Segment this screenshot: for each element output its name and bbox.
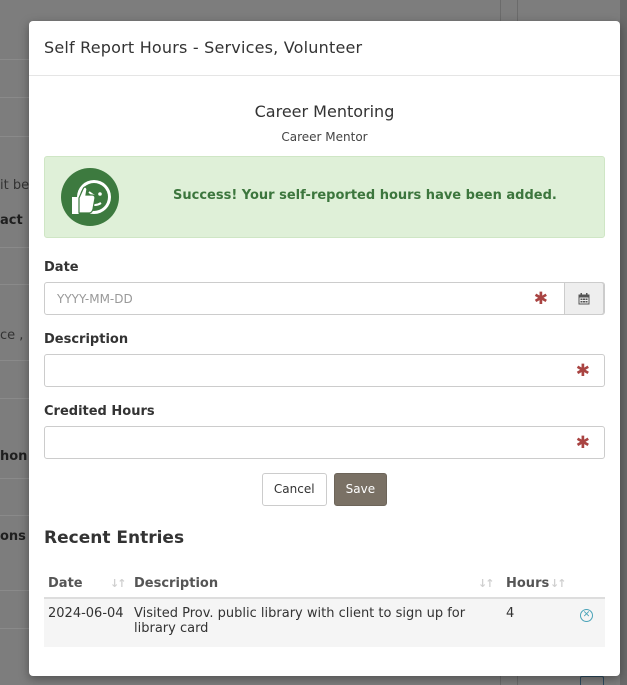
- date-input[interactable]: [45, 283, 604, 314]
- entry-date: 2024-06-04: [44, 598, 130, 647]
- entry-description: Visited Prov. public library with client…: [130, 598, 502, 647]
- bg-fragment: act: [0, 213, 23, 228]
- date-label: Date: [44, 260, 79, 275]
- description-input[interactable]: [45, 355, 604, 386]
- save-button[interactable]: Save: [333, 473, 388, 506]
- column-header-description[interactable]: Description ↓↑: [130, 569, 502, 599]
- sort-icon: ↓↑: [550, 577, 567, 590]
- required-marker: ✱: [575, 433, 590, 453]
- entry-hours: 4: [502, 598, 568, 647]
- sort-icon: ↓↑: [110, 577, 127, 590]
- calendar-icon: [578, 292, 590, 304]
- sort-icon: ↓↑: [478, 577, 495, 590]
- description-field-group: ✱: [44, 354, 605, 387]
- credited-hours-input[interactable]: [45, 427, 604, 458]
- modal-body: Career Mentoring Career Mentor Success! …: [29, 102, 620, 647]
- modal-header: Self Report Hours - Services, Volunteer: [29, 21, 620, 76]
- briefcase-icon: [580, 676, 604, 685]
- recent-entries-table: Date ↓↑ Description ↓↑ Hours ↓↑ 2024-06-…: [44, 569, 605, 647]
- success-alert: Success! Your self-reported hours have b…: [44, 156, 605, 238]
- bg-fragment: it be: [0, 178, 29, 193]
- description-label: Description: [44, 332, 129, 347]
- bg-fragment: hon: [0, 449, 28, 464]
- cancel-button[interactable]: Cancel: [261, 473, 327, 506]
- column-header-actions: [568, 569, 605, 599]
- required-marker: ✱: [575, 361, 590, 381]
- self-report-hours-modal: Self Report Hours - Services, Volunteer …: [29, 21, 620, 676]
- service-name: Career Mentoring: [254, 102, 395, 121]
- table-row: 2024-06-04 Visited Prov. public library …: [44, 598, 605, 647]
- credited-hours-field-group: ✱: [44, 426, 605, 459]
- modal-title: Self Report Hours - Services, Volunteer: [44, 38, 363, 57]
- credited-hours-label: Credited Hours: [44, 404, 155, 419]
- recent-entries-title: Recent Entries: [44, 528, 185, 548]
- thumbs-up-smiley-icon: [61, 168, 119, 226]
- column-header-date[interactable]: Date ↓↑: [44, 569, 130, 599]
- required-marker: ✱: [533, 289, 548, 309]
- service-role: Career Mentor: [281, 130, 368, 144]
- bg-fragment: ce ,: [0, 328, 24, 343]
- bg-fragment: ons: [0, 529, 26, 544]
- calendar-button[interactable]: [564, 282, 604, 315]
- success-message: Success! Your self-reported hours have b…: [173, 188, 557, 203]
- remove-circle-icon[interactable]: ✕: [580, 609, 593, 622]
- column-header-hours[interactable]: Hours ↓↑: [502, 569, 568, 599]
- date-field-group: ✱: [44, 282, 605, 315]
- form-buttons: Cancel Save: [44, 473, 605, 506]
